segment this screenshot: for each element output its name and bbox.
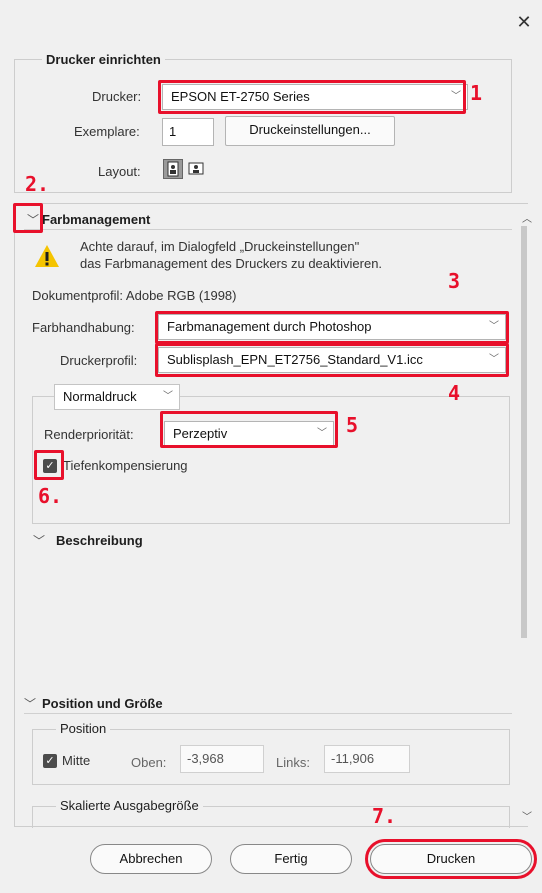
annotation-marker-4: 4 — [448, 381, 461, 405]
printer-profile-label: Druckerprofil: — [60, 353, 138, 368]
annotation-box-rendering-intent — [160, 411, 338, 448]
document-profile: Dokumentprofil: Adobe RGB (1998) — [32, 288, 237, 303]
portrait-layout-icon[interactable] — [163, 159, 183, 179]
center-label: Mitte — [62, 753, 91, 768]
description-title: Beschreibung — [56, 533, 143, 548]
annotation-marker-2: 2. — [25, 172, 50, 196]
center-checkbox[interactable]: ✓ — [43, 754, 57, 768]
scaled-size-legend: Skalierte Ausgabegröße — [56, 798, 203, 813]
warning-text-line1: Achte darauf, im Dialogfeld „Druckeinste… — [80, 239, 360, 254]
section-divider — [24, 229, 512, 230]
annotation-box-printer — [158, 80, 466, 114]
close-icon[interactable]: ✕ — [514, 12, 534, 32]
rendering-intent-label: Renderpriorität: — [44, 427, 134, 442]
section-divider — [24, 713, 512, 714]
scroll-down-icon[interactable]: ﹀ — [522, 808, 532, 823]
warning-icon — [34, 244, 60, 268]
scrollbar-thumb[interactable] — [521, 226, 527, 638]
landscape-layout-icon[interactable] — [187, 159, 207, 179]
position-group — [32, 729, 510, 785]
done-button[interactable]: Fertig — [230, 844, 352, 874]
position-size-title: Position und Größe — [42, 696, 163, 711]
printer-setup-legend: Drucker einrichten — [42, 52, 165, 67]
annotation-box-color-handling — [155, 311, 509, 344]
position-legend: Position — [56, 721, 111, 736]
printer-label: Drucker: — [92, 89, 142, 104]
warning-text-line2: das Farbmanagement des Druckers zu deakt… — [80, 256, 383, 271]
top-label: Oben: — [131, 755, 167, 770]
annotation-box-collapse — [13, 203, 43, 233]
annotation-marker-1: 1 — [470, 81, 483, 105]
annotation-marker-3: 3 — [448, 269, 461, 293]
left-value: -11,906 — [324, 745, 410, 773]
collapse-chevron-icon[interactable]: ﹀ — [33, 532, 45, 549]
annotation-box-printer-profile — [155, 343, 509, 377]
annotation-box-print — [365, 839, 537, 879]
layout-label: Layout: — [98, 164, 141, 179]
print-settings-button[interactable]: Druckeinstellungen... — [225, 116, 395, 146]
color-handling-label: Farbhandhabung: — [32, 320, 135, 335]
cancel-button[interactable]: Abbrechen — [90, 844, 212, 874]
copies-label: Exemplare: — [74, 124, 140, 139]
collapse-chevron-icon[interactable]: ﹀ — [24, 695, 36, 712]
scroll-up-icon[interactable]: ︿ — [522, 210, 532, 225]
chevron-down-icon: ﹀ — [163, 391, 173, 402]
black-point-label: Tiefenkompensierung — [63, 458, 188, 473]
annotation-box-black-point — [34, 450, 64, 480]
copies-input[interactable]: 1 — [162, 118, 214, 146]
color-management-title: Farbmanagement — [42, 212, 151, 227]
annotation-marker-6: 6. — [38, 484, 63, 508]
print-mode-select[interactable]: Normaldruck ﹀ — [54, 384, 180, 410]
left-label: Links: — [276, 755, 310, 770]
annotation-marker-7: 7. — [372, 804, 397, 828]
annotation-marker-5: 5 — [346, 413, 359, 437]
top-value: -3,968 — [180, 745, 264, 773]
print-mode-value: Normaldruck — [63, 389, 137, 404]
